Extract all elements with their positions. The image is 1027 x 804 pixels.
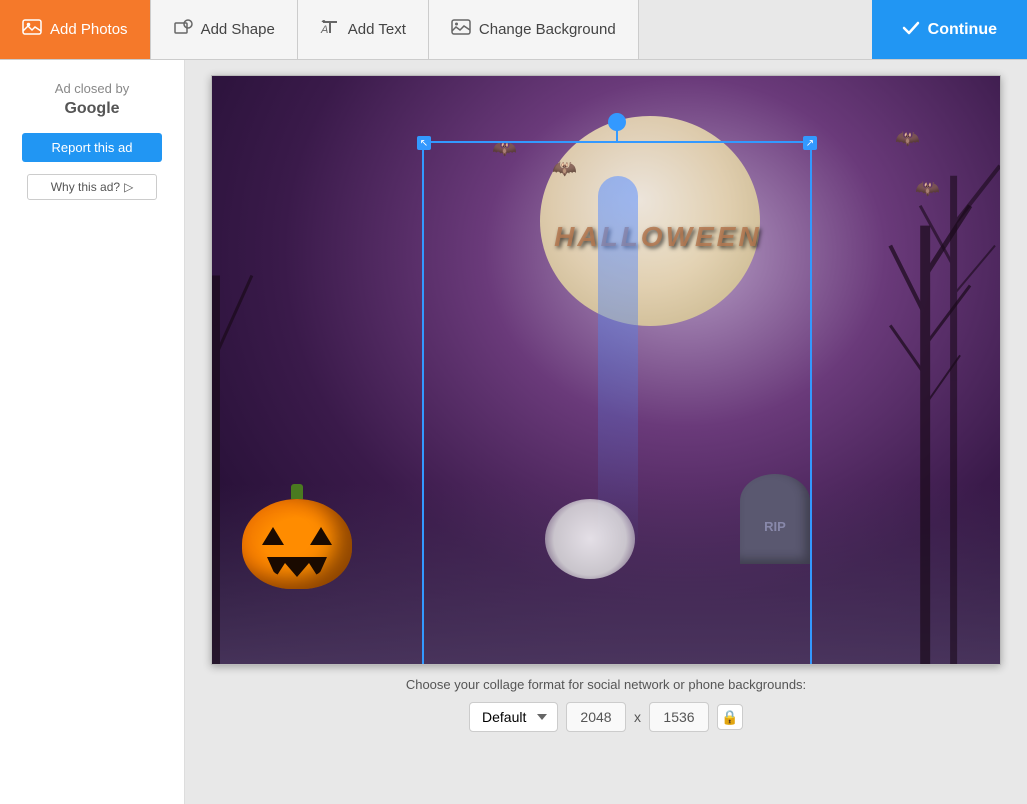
bat-graphic-1: 🦇 [492, 136, 517, 161]
format-controls: Default x 🔒 [469, 702, 743, 732]
lock-aspect-ratio-button[interactable]: 🔒 [717, 704, 743, 730]
width-input[interactable] [566, 702, 626, 732]
continue-button[interactable]: Continue [872, 0, 1027, 59]
format-label: Choose your collage format for social ne… [406, 677, 806, 692]
pumpkin-graphic [242, 484, 352, 584]
tombstone-text: RIP [764, 519, 786, 534]
report-ad-label: Report this ad [52, 140, 133, 155]
svg-text:A: A [320, 24, 328, 35]
add-text-label: Add Text [348, 21, 406, 38]
why-ad-label: Why this ad? [51, 180, 120, 194]
tombstone-graphic: RIP [740, 474, 810, 564]
ad-closed-text: Ad closed by Google [55, 80, 129, 121]
add-text-button[interactable]: A Add Text [298, 0, 429, 59]
why-this-ad-button[interactable]: Why this ad? ▷ [27, 174, 157, 200]
add-shape-icon [173, 19, 193, 40]
bat-graphic-4: 🦇 [915, 176, 940, 201]
bat-graphic-2: 🦇 [552, 156, 577, 181]
format-select[interactable]: Default [469, 702, 558, 732]
add-shape-label: Add Shape [201, 21, 275, 38]
halloween-text-graphic: HALLOWEEN [554, 221, 761, 253]
canvas-area: HALLOWEEN 🦇 🦇 🦇 🦇 RIP [185, 60, 1027, 804]
ad-closed-line1: Ad closed by [55, 80, 129, 98]
add-photos-button[interactable]: Add Photos [0, 0, 151, 59]
why-ad-arrow-icon: ▷ [124, 180, 133, 194]
white-orb [545, 499, 635, 579]
change-background-label: Change Background [479, 21, 616, 38]
add-shape-button[interactable]: Add Shape [151, 0, 298, 59]
continue-checkmark-icon [902, 19, 920, 40]
bat-graphic-3: 🦇 [895, 126, 920, 151]
sidebar: Ad closed by Google Report this ad Why t… [0, 60, 185, 804]
change-background-icon [451, 19, 471, 40]
add-text-icon: A [320, 19, 340, 40]
lock-icon: 🔒 [721, 709, 738, 726]
report-ad-button[interactable]: Report this ad [22, 133, 162, 162]
light-pillar [598, 176, 638, 556]
continue-label: Continue [928, 21, 997, 39]
image-canvas[interactable]: HALLOWEEN 🦇 🦇 🦇 🦇 RIP [211, 75, 1001, 665]
add-photos-icon [22, 19, 42, 40]
add-photos-label: Add Photos [50, 21, 128, 38]
ad-closed-google: Google [55, 98, 129, 120]
main-content: Ad closed by Google Report this ad Why t… [0, 60, 1027, 804]
height-input[interactable] [649, 702, 709, 732]
format-bar: Choose your collage format for social ne… [185, 677, 1027, 732]
toolbar: Add Photos Add Shape A Add Text [0, 0, 1027, 60]
change-background-button[interactable]: Change Background [429, 0, 639, 59]
dimension-separator: x [634, 709, 641, 725]
